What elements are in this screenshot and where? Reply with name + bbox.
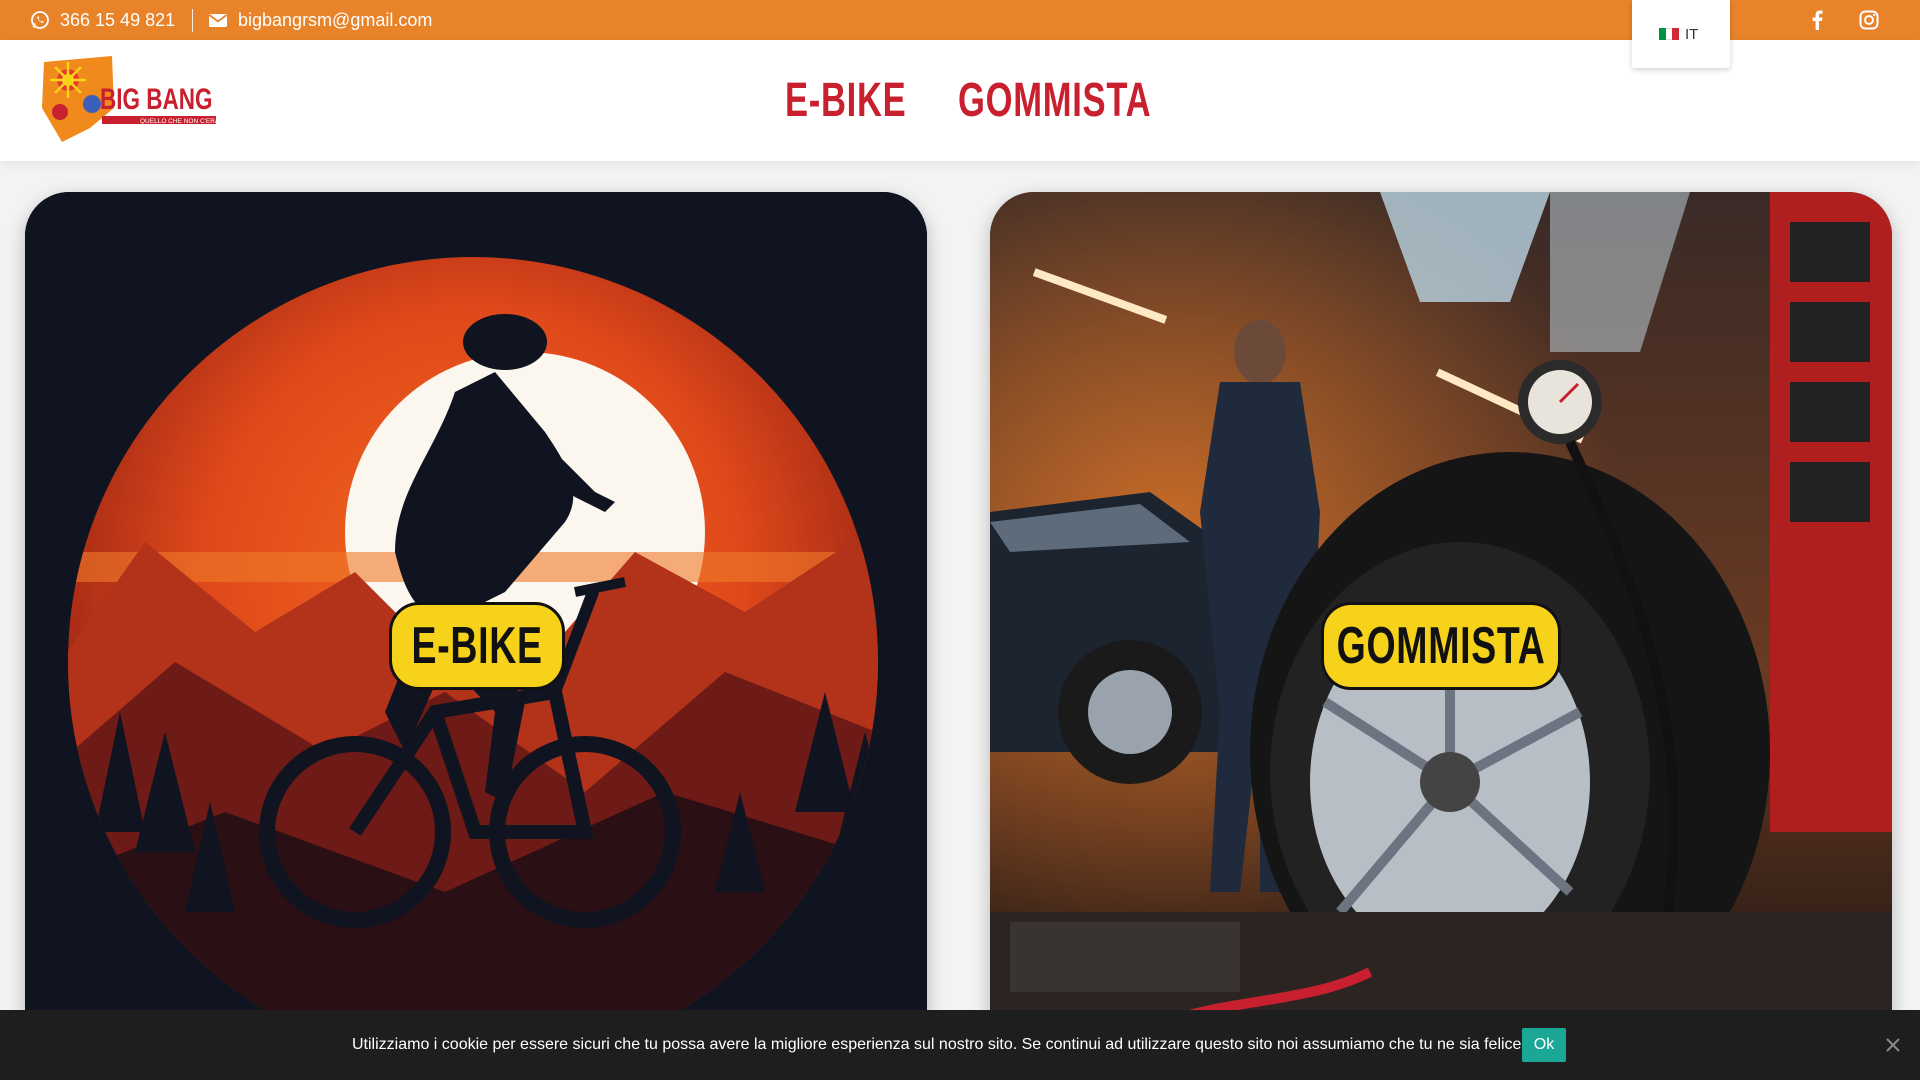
gommista-badge-label: GOMMISTA <box>1336 617 1546 675</box>
email-address: bigbangrsm@gmail.com <box>238 9 433 30</box>
phone-link[interactable]: 366 15 49 821 <box>30 0 175 40</box>
ebike-badge[interactable]: E-BIKE <box>389 602 565 690</box>
nav-ebike[interactable]: E-BIKE <box>785 40 906 161</box>
gommista-badge[interactable]: GOMMISTA <box>1321 602 1561 690</box>
facebook-link[interactable] <box>1810 0 1824 40</box>
language-selector[interactable]: IT <box>1632 0 1730 68</box>
email-link[interactable]: bigbangrsm@gmail.com <box>208 0 432 40</box>
cookie-ok-button[interactable]: Ok <box>1522 1028 1566 1062</box>
cookie-message: Utilizziamo i cookie per essere sicuri c… <box>352 1036 1526 1053</box>
phone-number: 366 15 49 821 <box>60 9 176 30</box>
facebook-icon <box>1812 10 1823 30</box>
logo-tagline: QUELLO CHE NON C'ERA <box>140 118 220 125</box>
envelope-icon <box>208 14 228 27</box>
close-icon[interactable] <box>1884 1036 1902 1054</box>
language-code: IT <box>1685 25 1699 43</box>
contact-divider <box>192 9 193 32</box>
ebike-badge-label: E-BIKE <box>411 617 543 675</box>
instagram-icon <box>1859 10 1879 30</box>
site-logo[interactable]: BIG BANG QUELLO CHE NON C'ERA <box>40 56 220 142</box>
ebike-card[interactable]: E-BIKE <box>25 192 927 1060</box>
cookie-banner: Utilizziamo i cookie per essere sicuri c… <box>0 1010 1920 1080</box>
italy-flag-icon <box>1659 28 1680 40</box>
logo-text: BIG BANG <box>100 82 212 116</box>
bigbang-logo-icon: BIG BANG QUELLO CHE NON C'ERA <box>42 56 220 142</box>
instagram-link[interactable] <box>1859 0 1879 40</box>
gommista-card[interactable]: GOMMISTA <box>990 192 1892 1060</box>
whatsapp-icon <box>31 11 49 29</box>
nav-gommista[interactable]: GOMMISTA <box>958 40 1151 161</box>
